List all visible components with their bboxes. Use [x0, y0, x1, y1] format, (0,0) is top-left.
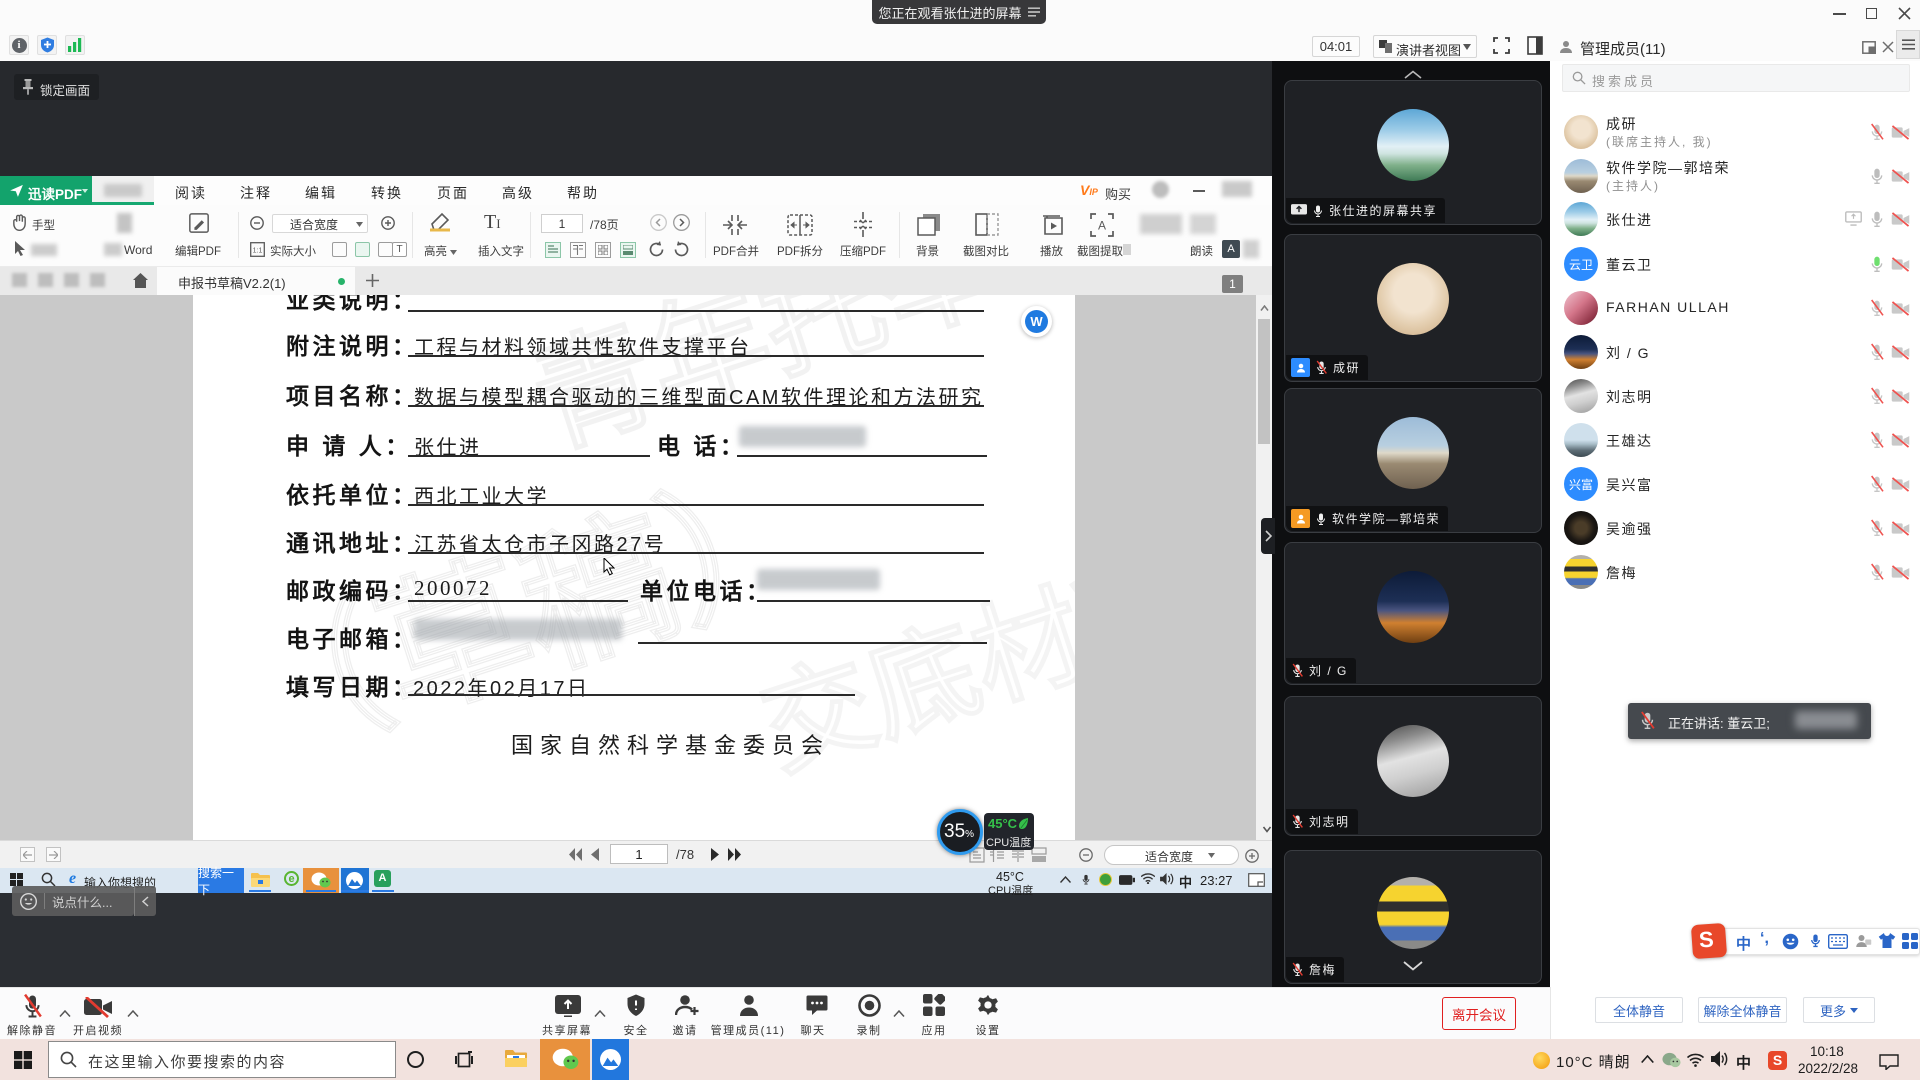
- svg-text:A: A: [1098, 219, 1106, 233]
- svg-text:1:1: 1:1: [253, 248, 263, 255]
